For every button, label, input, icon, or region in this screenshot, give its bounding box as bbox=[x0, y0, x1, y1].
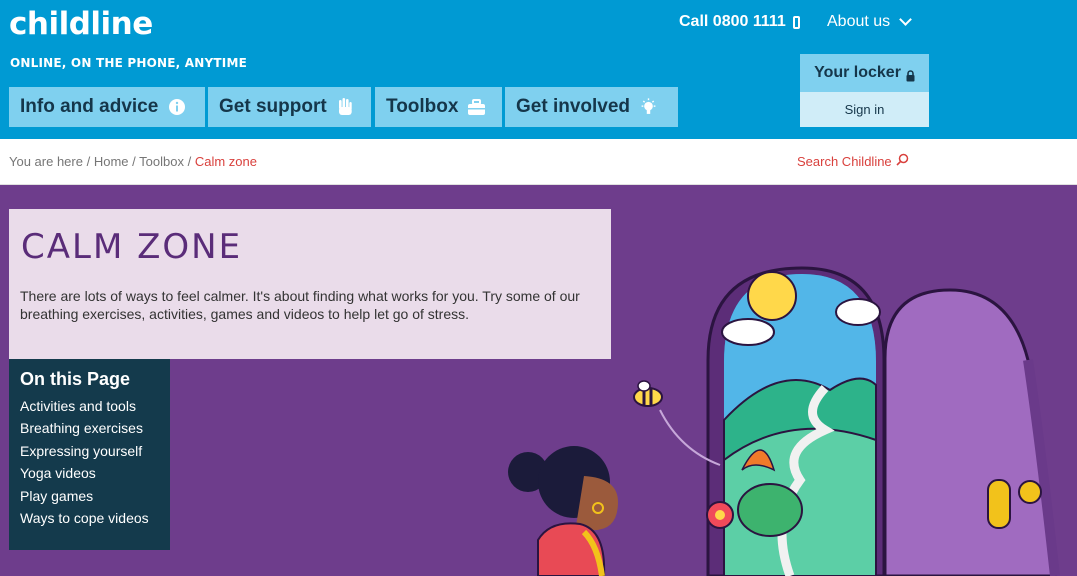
on-this-page-title: On this Page bbox=[20, 369, 131, 389]
breadcrumb-home[interactable]: Home bbox=[94, 154, 129, 169]
on-this-page-link[interactable]: Yoga videos bbox=[20, 464, 159, 486]
nav-label: Get involved bbox=[516, 96, 631, 117]
tagline: ONLINE, ON THE PHONE, ANYTIME bbox=[10, 56, 247, 70]
your-locker[interactable]: Your locker Sign in bbox=[800, 54, 929, 127]
girl-figure bbox=[508, 446, 618, 576]
breadcrumb-bar: You are here / Home / Toolbox / Calm zon… bbox=[0, 139, 1077, 185]
on-this-page-link[interactable]: Ways to cope videos bbox=[20, 509, 159, 531]
sun-icon bbox=[747, 271, 797, 321]
site-header: childline ONLINE, ON THE PHONE, ANYTIME … bbox=[0, 0, 1077, 139]
nav-label: Get support bbox=[219, 96, 327, 117]
breadcrumb-toolbox[interactable]: Toolbox bbox=[139, 154, 184, 169]
call-label: Call 0800 1111 bbox=[679, 13, 786, 30]
sign-in-button[interactable]: Sign in bbox=[800, 92, 929, 127]
about-us-menu[interactable]: About us bbox=[827, 13, 913, 31]
search-link[interactable]: Search Childline bbox=[797, 153, 909, 169]
info-icon bbox=[167, 98, 186, 117]
nav-get-support[interactable]: Get support bbox=[208, 87, 371, 127]
nav-get-involved[interactable]: Get involved bbox=[505, 87, 678, 127]
on-this-page-link[interactable]: Play games bbox=[20, 487, 159, 509]
nav-toolbox[interactable]: Toolbox bbox=[375, 87, 502, 127]
on-this-page-link[interactable]: Expressing yourself bbox=[20, 442, 159, 464]
lock-icon bbox=[906, 69, 915, 81]
locker-header[interactable]: Your locker bbox=[800, 54, 929, 92]
search-label: Search Childline bbox=[797, 153, 892, 169]
phone-icon bbox=[792, 15, 800, 29]
calm-zone-illustration bbox=[508, 266, 1060, 576]
door-shape bbox=[883, 288, 1057, 576]
on-this-page-panel: On this Page Activities and tools Breath… bbox=[9, 359, 170, 550]
on-this-page-list: Activities and tools Breathing exercises… bbox=[20, 397, 159, 531]
nav-label: Info and advice bbox=[20, 96, 159, 117]
about-us-label: About us bbox=[827, 13, 891, 30]
toolbox-icon bbox=[467, 98, 486, 117]
childline-logo[interactable]: childline bbox=[9, 6, 153, 42]
page-title: CALM ZONE bbox=[21, 227, 243, 267]
door-handle bbox=[987, 479, 1011, 529]
locker-title: Your locker bbox=[814, 64, 901, 81]
hand-icon bbox=[336, 98, 355, 117]
breadcrumb-current: Calm zone bbox=[194, 154, 257, 169]
breadcrumb-separator: / bbox=[187, 154, 195, 169]
search-icon bbox=[896, 153, 909, 169]
on-this-page-link[interactable]: Activities and tools bbox=[20, 397, 159, 419]
on-this-page-link[interactable]: Breathing exercises bbox=[20, 419, 159, 441]
breadcrumb-prefix: You are here bbox=[9, 154, 83, 169]
call-link[interactable]: Call 0800 1111 bbox=[679, 13, 800, 31]
nav-label: Toolbox bbox=[386, 96, 459, 117]
breadcrumb: You are here / Home / Toolbox / Calm zon… bbox=[9, 154, 257, 169]
nav-info-and-advice[interactable]: Info and advice bbox=[9, 87, 205, 127]
breadcrumb-separator: / bbox=[86, 154, 94, 169]
lightbulb-icon bbox=[639, 98, 658, 117]
chevron-down-icon bbox=[899, 13, 913, 26]
